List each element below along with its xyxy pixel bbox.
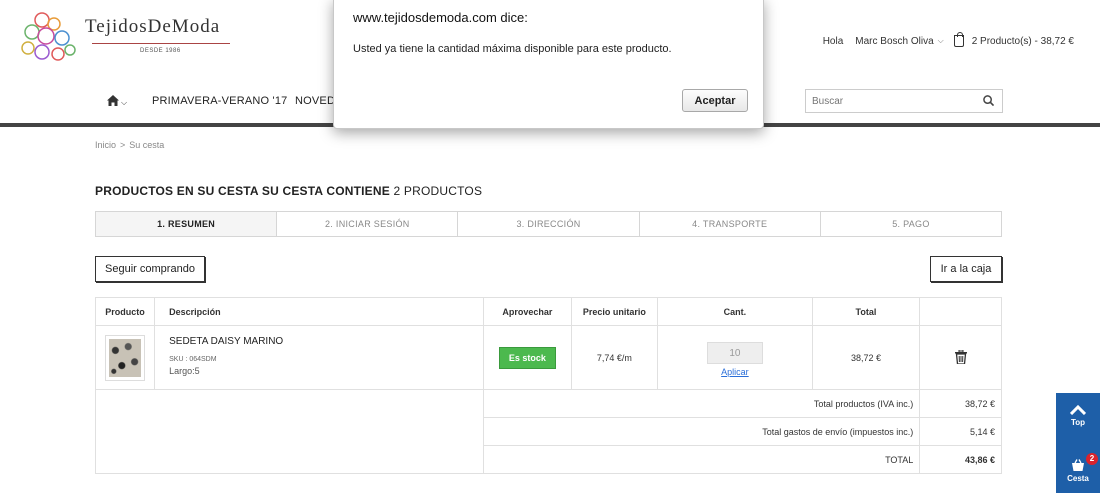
totals-row-products: Total productos (IVA inc.) 38,72 € [94,389,1002,474]
user-name-link[interactable]: Marc Bosch Oliva [855,36,933,47]
home-icon [107,95,119,106]
side-cart-label: Cesta [1067,474,1089,483]
nav-home[interactable]: ⌵ [107,94,127,108]
product-sku: SKU : 064SDM [169,356,217,363]
cart-table: Producto Descripción Aprovechar Precio u… [94,297,1002,474]
basket-icon [1072,459,1084,471]
logo-circles-icon [21,12,76,61]
alert-dialog: www.tejidosdemoda.com dice: Usted ya tie… [333,0,764,129]
apply-quantity-link[interactable]: Aplicar [721,367,749,377]
total-products-label: Total productos (IVA inc.) [483,389,921,418]
step-login[interactable]: 2. INICIAR SESIÓN [277,212,459,236]
header-description: Descripción [154,297,485,326]
chevron-down-icon[interactable]: ⌵ [938,36,944,46]
delete-cell [919,325,1002,390]
total-shipping-value: 5,14 € [919,417,1002,446]
product-name-link[interactable]: SEDETA DAISY MARINO [169,336,483,347]
page-title-main: PRODUCTOS EN SU CESTA SU CESTA CONTIENE [95,184,390,198]
breadcrumb-home[interactable]: Inicio [95,140,116,150]
greeting: Hola [822,35,844,47]
step-summary[interactable]: 1. RESUMEN [96,212,278,236]
shopping-bag-icon[interactable] [953,32,964,47]
page-title: PRODUCTOS EN SU CESTA SU CESTA CONTIENE … [95,184,482,198]
totals-spacer [94,389,485,474]
header-actions [919,297,1002,326]
total-products-value: 38,72 € [919,389,1002,418]
step-shipping[interactable]: 4. TRANSPORTE [640,212,821,236]
checkout-steps: 1. RESUMEN 2. INICIAR SESIÓN 3. DIRECCIÓ… [95,211,1002,237]
grand-total-value: 43,86 € [919,445,1002,474]
product-length: Largo:5 [169,366,200,376]
chevron-up-icon [1070,405,1086,415]
breadcrumb-separator: > [120,140,126,150]
header-product: Producto [94,297,156,326]
page-title-count: 2 PRODUCTOS [393,184,483,198]
line-total-cell: 38,72 € [811,325,921,390]
product-thumbnail[interactable] [105,334,146,381]
quantity-input[interactable] [706,342,763,364]
user-area: Hola Marc Bosch Oliva ⌵ 2 Producto(s) - … [822,32,1074,47]
header-total: Total [811,297,921,326]
header-availability: Aprovechar [483,297,572,326]
availability-cell: Es stock [483,325,572,390]
logo-since: DESDE 1986 [140,48,181,54]
unit-price-cell: 7,74 €/m [570,325,659,390]
accept-button[interactable]: Aceptar [682,89,748,112]
product-image-cell [94,325,156,390]
cart-item-row: SEDETA DAISY MARINO SKU : 064SDM Largo:5… [94,325,1002,390]
quantity-cell: Aplicar [657,325,813,390]
continue-shopping-button[interactable]: Seguir comprando [95,256,205,282]
cart-count-badge: 2 [1086,453,1098,465]
chevron-down-icon: ⌵ [121,98,128,107]
search-icon[interactable] [983,95,994,106]
search-input[interactable] [806,90,976,112]
dialog-message: Usted ya tiene la cantidad máxima dispon… [353,43,672,55]
header-unit-price: Precio unitario [570,297,659,326]
logo-divider [92,43,230,44]
site-logo[interactable]: TejidosDeModa DESDE 1986 [20,10,235,68]
grand-total-label: TOTAL [483,445,921,474]
back-to-top-button[interactable]: Top [1056,405,1100,427]
stock-badge: Es stock [498,346,556,369]
dialog-title: www.tejidosdemoda.com dice: [353,10,528,25]
step-payment[interactable]: 5. PAGO [821,212,1001,236]
step-address[interactable]: 3. DIRECCIÓN [458,212,640,236]
back-to-top-label: Top [1070,418,1086,427]
trash-icon[interactable] [954,349,967,365]
cart-summary-link[interactable]: 2 Producto(s) - 38,72 € [972,36,1074,47]
total-shipping-label: Total gastos de envío (impuestos inc.) [483,417,921,446]
product-description-cell: SEDETA DAISY MARINO SKU : 064SDM Largo:5 [154,325,485,390]
cart-header-row: Producto Descripción Aprovechar Precio u… [94,297,1002,326]
nav-item-primavera[interactable]: PRIMAVERA-VERANO '17 [152,95,287,107]
breadcrumb: Inicio > Su cesta [95,140,168,150]
search-box [805,89,1003,113]
checkout-button[interactable]: Ir a la caja [930,256,1002,282]
breadcrumb-current: Su cesta [129,140,165,150]
header-quantity: Cant. [657,297,813,326]
logo-name: TejidosDeModa [85,16,221,37]
side-widget: Top Cesta 2 [1056,393,1100,493]
